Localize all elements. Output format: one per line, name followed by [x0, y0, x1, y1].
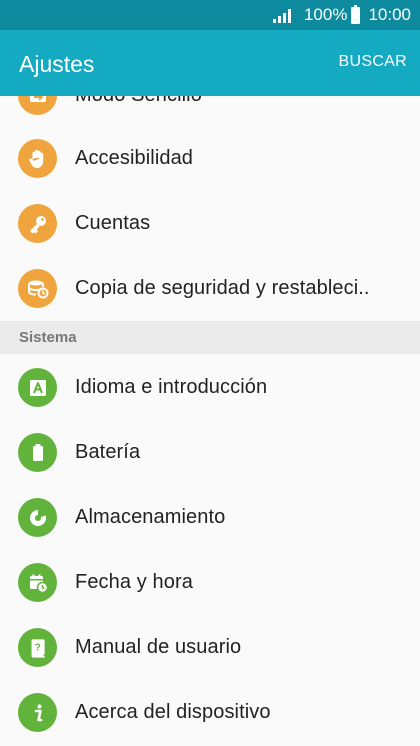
key-icon [18, 204, 57, 243]
app-bar: Ajustes BUSCAR [0, 30, 420, 96]
settings-item-label: Batería [75, 441, 141, 463]
page-title: Ajustes [19, 50, 95, 77]
signal-icon [272, 7, 291, 23]
settings-item-label: Cuentas [75, 212, 151, 234]
settings-item-about-device[interactable]: Acerca del dispositivo [0, 680, 420, 745]
hand-icon [18, 139, 57, 178]
settings-item-label: Idioma e introducción [75, 376, 268, 398]
settings-item-accounts[interactable]: Cuentas [0, 191, 420, 256]
manual-icon: ? [18, 628, 57, 667]
settings-item-accessibility[interactable]: Accesibilidad [0, 126, 420, 191]
language-icon [18, 368, 57, 407]
info-icon [18, 693, 57, 732]
section-header-system: Sistema [0, 321, 420, 354]
simple-mode-icon [18, 96, 57, 115]
battery-icon [18, 433, 57, 472]
settings-item-language[interactable]: Idioma e introducción [0, 355, 420, 420]
svg-text:?: ? [34, 642, 40, 653]
settings-item-backup[interactable]: Copia de seguridad y restableci.. [0, 256, 420, 321]
settings-item-user-manual[interactable]: ? Manual de usuario [0, 615, 420, 680]
settings-item-label: Fecha y hora [75, 571, 193, 593]
calendar-clock-icon [18, 563, 57, 602]
storage-icon [18, 498, 57, 537]
battery-percentage: 100% [303, 5, 348, 24]
settings-item-simple-mode[interactable]: Modo Sencillo [0, 96, 420, 128]
settings-item-date-time[interactable]: Fecha y hora [0, 550, 420, 615]
settings-item-label: Almacenamiento [75, 506, 226, 528]
settings-item-storage[interactable]: Almacenamiento [0, 485, 420, 550]
clock: 10:00 [368, 5, 411, 24]
battery-icon [351, 4, 361, 24]
settings-item-label: Modo Sencillo [75, 96, 202, 107]
status-bar: 100% 10:00 [0, 0, 420, 30]
settings-item-label: Manual de usuario [75, 636, 242, 658]
settings-item-label: Accesibilidad [75, 147, 194, 169]
search-button[interactable]: BUSCAR [339, 53, 407, 71]
settings-list[interactable]: Modo Sencillo Accesibilidad Cuentas [0, 96, 420, 746]
settings-item-battery[interactable]: Batería [0, 420, 420, 485]
settings-item-label: Acerca del dispositivo [75, 701, 271, 723]
settings-item-label: Copia de seguridad y restableci.. [75, 277, 370, 299]
backup-icon [18, 269, 57, 308]
